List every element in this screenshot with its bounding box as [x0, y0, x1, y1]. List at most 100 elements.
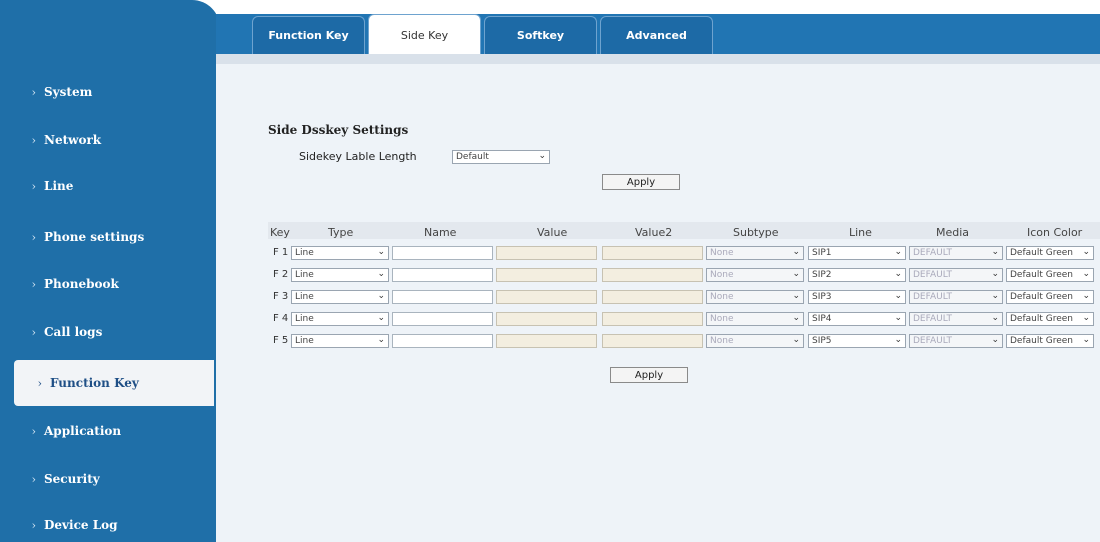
chevron-right-icon: ›: [31, 85, 36, 99]
value-input[interactable]: [496, 290, 597, 304]
sidebar-item-label: Line: [44, 179, 74, 193]
select-value: Line: [295, 314, 314, 324]
icon-color-select[interactable]: Default Green ⌄: [1006, 246, 1094, 260]
select-value: SIP4: [812, 314, 832, 324]
value2-input[interactable]: [602, 334, 703, 348]
media-select[interactable]: DEFAULT ⌄: [909, 268, 1003, 282]
name-input[interactable]: [392, 290, 493, 304]
sidebar-item-system[interactable]: › System: [8, 69, 213, 115]
tab-bar-shadow: [216, 54, 1100, 64]
select-value: Default Green: [1010, 314, 1073, 324]
media-select[interactable]: DEFAULT ⌄: [909, 290, 1003, 304]
sidebar-item-security[interactable]: › Security: [8, 456, 213, 502]
row-key: F 1: [273, 247, 289, 258]
sidebar-item-line[interactable]: › Line: [8, 163, 213, 209]
header-name: Name: [424, 226, 457, 239]
value-input[interactable]: [496, 268, 597, 282]
header-key: Key: [270, 226, 290, 239]
chevron-down-icon: ⌄: [894, 335, 902, 345]
value-input[interactable]: [496, 246, 597, 260]
line-select[interactable]: SIP1 ⌄: [808, 246, 906, 260]
tab-bar: Function Key Side Key Softkey Advanced: [216, 0, 1100, 58]
value2-input[interactable]: [602, 246, 703, 260]
select-value: DEFAULT: [913, 292, 952, 302]
sidebar-item-application[interactable]: › Application: [8, 408, 213, 454]
sidebar-item-phone-settings[interactable]: › Phone settings: [8, 214, 213, 260]
select-value: DEFAULT: [913, 270, 952, 280]
sidebar-item-phonebook[interactable]: › Phonebook: [8, 261, 213, 307]
name-input[interactable]: [392, 334, 493, 348]
chevron-down-icon: ⌄: [377, 291, 385, 301]
tab-softkey[interactable]: Softkey: [484, 16, 597, 54]
icon-color-select[interactable]: Default Green ⌄: [1006, 290, 1094, 304]
sidebar-item-label: System: [44, 85, 93, 99]
type-select[interactable]: Line ⌄: [291, 312, 389, 326]
line-select[interactable]: SIP2 ⌄: [808, 268, 906, 282]
name-input[interactable]: [392, 268, 493, 282]
header-icon-color: Icon Color: [1027, 226, 1083, 239]
type-select[interactable]: Line ⌄: [291, 334, 389, 348]
chevron-down-icon: ⌄: [1082, 247, 1090, 257]
subtype-select[interactable]: None ⌄: [706, 246, 804, 260]
subtype-select[interactable]: None ⌄: [706, 312, 804, 326]
line-select[interactable]: SIP4 ⌄: [808, 312, 906, 326]
value2-input[interactable]: [602, 268, 703, 282]
header-value: Value: [537, 226, 568, 239]
select-value: DEFAULT: [913, 248, 952, 258]
chevron-right-icon: ›: [31, 133, 36, 147]
apply-button-bottom[interactable]: Apply: [610, 367, 688, 383]
select-value: Default Green: [1010, 292, 1073, 302]
select-value: Default Green: [1010, 248, 1073, 258]
tab-function-key[interactable]: Function Key: [252, 16, 365, 54]
chevron-down-icon: ⌄: [894, 291, 902, 301]
sidebar-item-device-log[interactable]: › Device Log: [8, 502, 213, 542]
tab-side-key[interactable]: Side Key: [368, 14, 481, 56]
type-select[interactable]: Line ⌄: [291, 268, 389, 282]
media-select[interactable]: DEFAULT ⌄: [909, 312, 1003, 326]
sidebar-item-call-logs[interactable]: › Call logs: [8, 309, 213, 355]
select-value: None: [710, 248, 734, 258]
media-select[interactable]: DEFAULT ⌄: [909, 334, 1003, 348]
chevron-down-icon: ⌄: [991, 247, 999, 257]
tab-advanced[interactable]: Advanced: [600, 16, 713, 54]
header-media: Media: [936, 226, 970, 239]
sidebar-item-function-key[interactable]: › Function Key: [14, 360, 214, 406]
icon-color-select[interactable]: Default Green ⌄: [1006, 268, 1094, 282]
section-title: Side Dsskey Settings: [268, 123, 409, 137]
row-key: F 4: [273, 313, 289, 324]
type-select[interactable]: Line ⌄: [291, 246, 389, 260]
media-select[interactable]: DEFAULT ⌄: [909, 246, 1003, 260]
apply-button-top[interactable]: Apply: [602, 174, 680, 190]
icon-color-select[interactable]: Default Green ⌄: [1006, 312, 1094, 326]
value-input[interactable]: [496, 312, 597, 326]
subtype-select[interactable]: None ⌄: [706, 290, 804, 304]
chevron-down-icon: ⌄: [991, 313, 999, 323]
sidebar-item-label: Call logs: [44, 325, 103, 339]
main-content: Function Key Side Key Softkey Advanced S…: [216, 0, 1100, 542]
icon-color-select[interactable]: Default Green ⌄: [1006, 334, 1094, 348]
sidebar-item-network[interactable]: › Network: [8, 117, 213, 163]
chevron-right-icon: ›: [31, 518, 36, 532]
select-value: Default: [456, 152, 489, 162]
chevron-down-icon: ⌄: [792, 269, 800, 279]
chevron-down-icon: ⌄: [792, 291, 800, 301]
chevron-down-icon: ⌄: [377, 269, 385, 279]
line-select[interactable]: SIP3 ⌄: [808, 290, 906, 304]
subtype-select[interactable]: None ⌄: [706, 334, 804, 348]
select-value: SIP5: [812, 336, 832, 346]
value2-input[interactable]: [602, 290, 703, 304]
name-input[interactable]: [392, 246, 493, 260]
type-select[interactable]: Line ⌄: [291, 290, 389, 304]
value2-input[interactable]: [602, 312, 703, 326]
sidekey-length-label: Sidekey Lable Length: [299, 150, 417, 163]
select-value: Line: [295, 336, 314, 346]
select-value: SIP3: [812, 292, 832, 302]
subtype-select[interactable]: None ⌄: [706, 268, 804, 282]
line-select[interactable]: SIP5 ⌄: [808, 334, 906, 348]
chevron-down-icon: ⌄: [538, 151, 546, 161]
select-value: None: [710, 336, 734, 346]
chevron-down-icon: ⌄: [792, 247, 800, 257]
sidekey-length-select[interactable]: Default ⌄: [452, 150, 550, 164]
value-input[interactable]: [496, 334, 597, 348]
name-input[interactable]: [392, 312, 493, 326]
